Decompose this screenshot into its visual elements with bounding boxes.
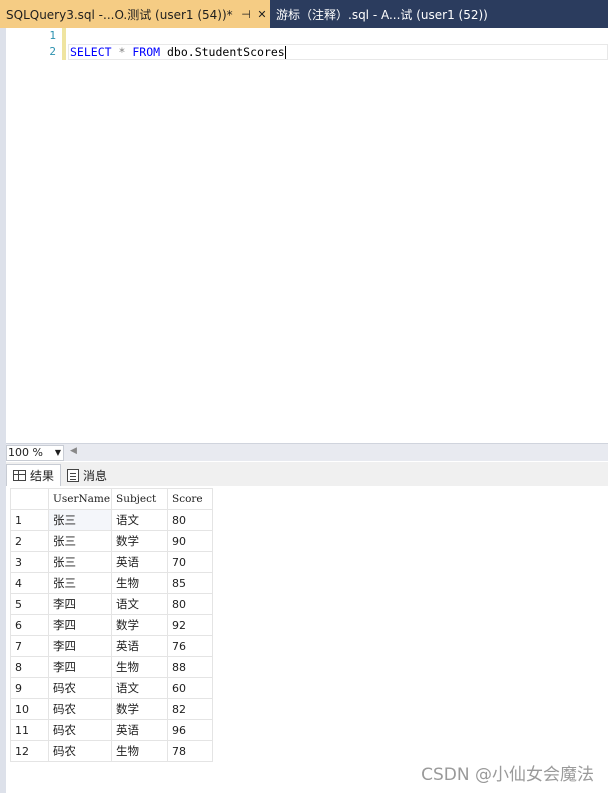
username-cell[interactable]: 张三 — [48, 530, 112, 552]
score-cell[interactable]: 96 — [167, 719, 213, 741]
table-row[interactable]: 10 码农 数学 82 — [10, 698, 213, 720]
username-cell[interactable]: 李四 — [48, 656, 112, 678]
text-caret — [284, 46, 286, 59]
row-number-cell[interactable]: 7 — [10, 635, 49, 657]
watermark: CSDN @小仙女会魔法 — [421, 765, 594, 785]
subject-cell[interactable]: 英语 — [111, 551, 168, 573]
score-cell[interactable]: 60 — [167, 677, 213, 699]
table-row[interactable]: 8 李四 生物 88 — [10, 656, 213, 678]
subject-cell[interactable]: 语文 — [111, 593, 168, 615]
username-cell[interactable]: 码农 — [48, 677, 112, 699]
result-tabs: 结果 消息 — [6, 462, 608, 486]
table-row[interactable]: 12 码农 生物 78 — [10, 740, 213, 762]
change-margin — [62, 28, 66, 60]
chevron-down-icon: ▼ — [54, 448, 61, 457]
close-icon[interactable]: ✕ — [254, 8, 270, 21]
row-number-cell[interactable]: 1 — [10, 509, 49, 531]
score-cell[interactable]: 92 — [167, 614, 213, 636]
username-cell[interactable]: 码农 — [48, 719, 112, 741]
line-number: 2 — [49, 45, 56, 58]
zoom-bar: 100 % ▼ ◀ — [6, 443, 608, 461]
subject-cell[interactable]: 数学 — [111, 698, 168, 720]
username-cell[interactable]: 码农 — [48, 740, 112, 762]
username-cell[interactable]: 张三 — [48, 551, 112, 573]
tab-sqlquery3[interactable]: SQLQuery3.sql -...O.测试 (user1 (54))* ⊣ ✕ — [0, 0, 270, 28]
table-row[interactable]: 3 张三 英语 70 — [10, 551, 213, 573]
table-row[interactable]: 4 张三 生物 85 — [10, 572, 213, 594]
pin-icon[interactable]: ⊣ — [238, 8, 254, 21]
username-cell[interactable]: 张三 — [48, 509, 112, 531]
score-cell[interactable]: 85 — [167, 572, 213, 594]
scroll-left-icon[interactable]: ◀ — [70, 446, 77, 456]
subject-cell[interactable]: 语文 — [111, 509, 168, 531]
username-cell[interactable]: 张三 — [48, 572, 112, 594]
tab-label: 结果 — [30, 469, 55, 483]
tab-title: 游标（注释）.sql - A...试 (user1 (52)) — [276, 7, 488, 22]
results-table: UserName Subject Score 1 张三 语文 80 2 张三 数学 90 3 张三… — [10, 488, 213, 762]
row-number-cell[interactable]: 2 — [10, 530, 49, 552]
table-row[interactable]: 7 李四 英语 76 — [10, 635, 213, 657]
line-number-gutter: 1 2 — [6, 28, 60, 443]
tab-label: 消息 — [83, 468, 108, 483]
column-header-score[interactable]: Score — [167, 488, 213, 510]
subject-cell[interactable]: 生物 — [111, 656, 168, 678]
code-line[interactable]: SELECT * FROM dbo.StudentScores — [70, 44, 286, 60]
schema-name: dbo. — [167, 45, 195, 59]
score-cell[interactable]: 82 — [167, 698, 213, 720]
score-cell[interactable]: 90 — [167, 530, 213, 552]
star-operator: * — [118, 45, 126, 59]
query-editor[interactable]: 1 2 SELECT * FROM dbo.StudentScores — [6, 28, 608, 443]
score-cell[interactable]: 70 — [167, 551, 213, 573]
tab-title: SQLQuery3.sql -...O.测试 (user1 (54))* — [6, 7, 233, 22]
username-cell[interactable]: 李四 — [48, 635, 112, 657]
score-cell[interactable]: 80 — [167, 593, 213, 615]
table-row[interactable]: 5 李四 语文 80 — [10, 593, 213, 615]
subject-cell[interactable]: 生物 — [111, 740, 168, 762]
tab-messages[interactable]: 消息 — [61, 464, 113, 486]
grid-icon — [13, 470, 26, 481]
column-header-username[interactable]: UserName — [48, 488, 112, 510]
row-number-cell[interactable]: 10 — [10, 698, 49, 720]
subject-cell[interactable]: 英语 — [111, 635, 168, 657]
score-cell[interactable]: 76 — [167, 635, 213, 657]
table-row[interactable]: 6 李四 数学 92 — [10, 614, 213, 636]
row-number-cell[interactable]: 8 — [10, 656, 49, 678]
tab-results[interactable]: 结果 — [6, 464, 62, 486]
row-number-cell[interactable]: 9 — [10, 677, 49, 699]
table-row[interactable]: 11 码农 英语 96 — [10, 719, 213, 741]
zoom-select[interactable]: 100 % ▼ — [6, 445, 64, 461]
row-number-cell[interactable]: 6 — [10, 614, 49, 636]
keyword-from: FROM — [132, 45, 161, 59]
tab-cursor-sql[interactable]: 游标（注释）.sql - A...试 (user1 (52)) — [270, 0, 608, 28]
row-number-cell[interactable]: 5 — [10, 593, 49, 615]
subject-cell[interactable]: 数学 — [111, 614, 168, 636]
subject-cell[interactable]: 数学 — [111, 530, 168, 552]
subject-cell[interactable]: 英语 — [111, 719, 168, 741]
row-number-cell[interactable]: 3 — [10, 551, 49, 573]
column-header-subject[interactable]: Subject — [111, 488, 168, 510]
row-number-cell[interactable]: 11 — [10, 719, 49, 741]
zoom-value: 100 % — [8, 446, 43, 459]
score-cell[interactable]: 78 — [167, 740, 213, 762]
table-row[interactable]: 9 码农 语文 60 — [10, 677, 213, 699]
message-icon — [67, 468, 80, 482]
keyword-select: SELECT — [70, 45, 112, 59]
username-cell[interactable]: 码农 — [48, 698, 112, 720]
table-name: StudentScores — [194, 45, 285, 59]
row-number-header[interactable] — [10, 488, 49, 510]
table-row[interactable]: 1 张三 语文 80 — [10, 509, 213, 531]
username-cell[interactable]: 李四 — [48, 614, 112, 636]
score-cell[interactable]: 88 — [167, 656, 213, 678]
row-number-cell[interactable]: 4 — [10, 572, 49, 594]
results-grid[interactable]: UserName Subject Score 1 张三 语文 80 2 张三 数学 90 3 张三… — [6, 486, 608, 793]
subject-cell[interactable]: 语文 — [111, 677, 168, 699]
score-cell[interactable]: 80 — [167, 509, 213, 531]
username-cell[interactable]: 李四 — [48, 593, 112, 615]
subject-cell[interactable]: 生物 — [111, 572, 168, 594]
row-number-cell[interactable]: 12 — [10, 740, 49, 762]
tab-strip: SQLQuery3.sql -...O.测试 (user1 (54))* ⊣ ✕… — [0, 0, 608, 28]
table-row[interactable]: 2 张三 数学 90 — [10, 530, 213, 552]
line-number: 1 — [49, 29, 56, 42]
header-row: UserName Subject Score — [10, 488, 213, 510]
